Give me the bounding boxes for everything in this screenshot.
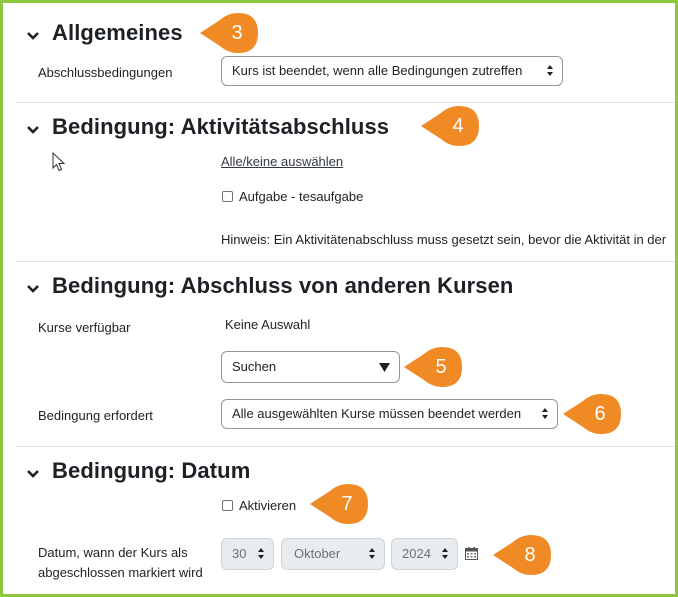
callout-number: 8 (524, 544, 536, 566)
day-select[interactable]: 30 (221, 538, 274, 570)
year-select[interactable]: 2024 (391, 538, 458, 570)
courses-available-value: Keine Auswahl (225, 317, 311, 332)
course-search-select[interactable]: Suchen (221, 351, 400, 383)
callout-number: 7 (341, 493, 353, 515)
search-placeholder: Suchen (232, 359, 277, 374)
callout-number: 6 (594, 403, 606, 425)
condition-required-select[interactable]: Alle ausgewählten Kurse müssen beendet w… (221, 399, 558, 429)
completion-requirements-select[interactable]: Kurs ist beendet, wenn alle Bedingungen … (221, 56, 563, 86)
chevron-down-icon[interactable] (25, 281, 41, 297)
course-completion-panel: Allgemeines 3 Abschlussbedingungen Kurs … (0, 0, 678, 597)
callout-number: 3 (231, 22, 243, 44)
callout-number: 4 (452, 115, 464, 137)
divider (15, 102, 675, 103)
month-select[interactable]: Oktober (281, 538, 385, 570)
select-value: 30 (232, 546, 247, 561)
select-arrows-icon (258, 548, 265, 560)
enable-date-checkbox[interactable] (222, 500, 233, 511)
section-title-general[interactable]: Allgemeines (52, 20, 183, 46)
select-arrows-icon (369, 548, 376, 560)
completion-date-label-line1: Datum, wann der Kurs als (38, 545, 188, 560)
activity-checkbox[interactable] (222, 191, 233, 202)
courses-available-label: Kurse verfügbar (38, 320, 131, 335)
chevron-down-icon[interactable] (25, 28, 41, 44)
divider (15, 446, 675, 447)
section-title-date[interactable]: Bedingung: Datum (52, 458, 250, 484)
select-arrows-icon (542, 408, 549, 420)
completion-date-label-line2: abgeschlossen markiert wird (38, 565, 203, 580)
section-title-courses[interactable]: Bedingung: Abschluss von anderen Kursen (52, 273, 513, 299)
enable-date-label: Aktivieren (239, 498, 297, 513)
dropdown-triangle-icon (379, 363, 390, 372)
select-value: Kurs ist beendet, wenn alle Bedingungen … (232, 63, 523, 78)
select-value: Alle ausgewählten Kurse müssen beendet w… (232, 406, 522, 421)
completion-requirements-label: Abschlussbedingungen (38, 65, 173, 80)
select-value: 2024 (402, 546, 431, 561)
select-all-none-link[interactable]: Alle/keine auswählen (221, 154, 343, 169)
callout-number: 5 (435, 356, 447, 378)
callout-badge: 8 (493, 535, 557, 575)
activity-checkbox-label: Aufgabe - tesaufgabe (239, 189, 364, 204)
callout-badge: 7 (310, 484, 374, 524)
calendar-icon[interactable] (465, 547, 478, 560)
condition-required-label: Bedingung erfordert (38, 408, 153, 423)
callout-badge: 6 (563, 394, 627, 434)
callout-badge: 3 (200, 13, 264, 53)
chevron-down-icon[interactable] (25, 122, 41, 138)
callout-badge: 4 (421, 106, 485, 146)
section-title-activity[interactable]: Bedingung: Aktivitätsabschluss (52, 114, 389, 140)
mouse-cursor-icon (52, 152, 66, 172)
select-value: Oktober (294, 546, 341, 561)
divider (15, 261, 675, 262)
select-arrows-icon (442, 548, 449, 560)
select-arrows-icon (547, 65, 554, 77)
callout-badge: 5 (404, 347, 468, 387)
activity-hint-text: Hinweis: Ein Aktivitätenabschluss muss g… (221, 232, 667, 247)
chevron-down-icon[interactable] (25, 466, 41, 482)
